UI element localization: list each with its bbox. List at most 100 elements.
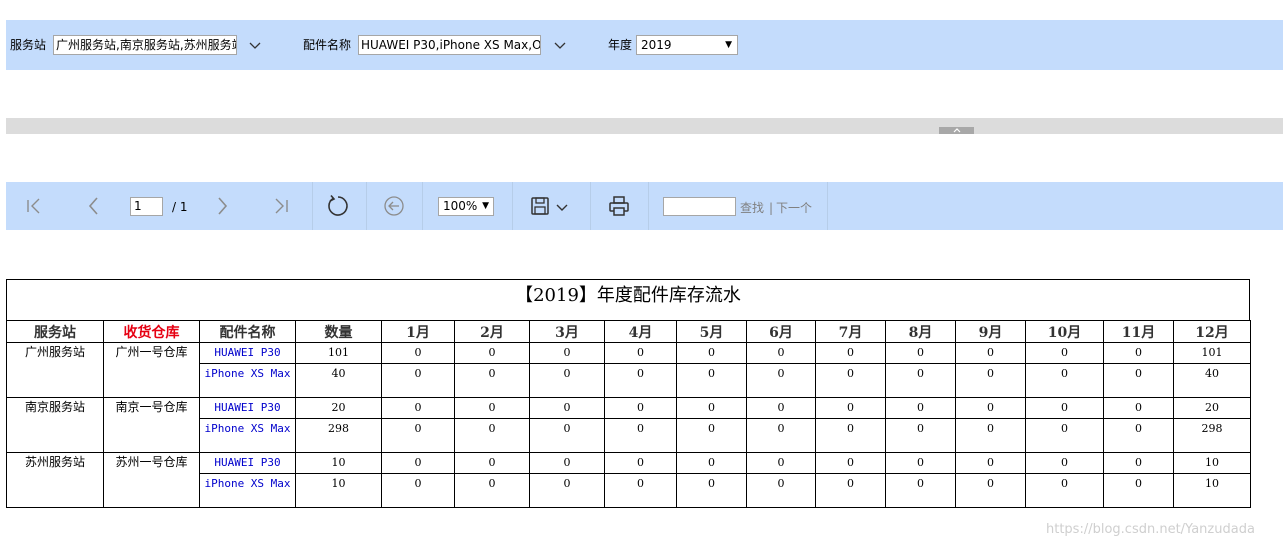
qty-cell: 101	[295, 342, 382, 364]
table-row: 南京服务站 南京一号仓库 HUAWEI P30 20 0 0 0 0 0 0 0…	[6, 397, 1251, 453]
month-cell: 0	[746, 418, 816, 453]
warehouse-cell: 南京一号仓库	[103, 397, 200, 453]
qty-cell: 10	[295, 473, 382, 508]
first-page-icon[interactable]	[22, 194, 46, 218]
save-dropdown-chevron-icon[interactable]	[554, 194, 570, 218]
month-cell: 0	[381, 363, 455, 398]
month-cell: 0	[454, 363, 530, 398]
header-qty: 数量	[295, 320, 382, 343]
part-input[interactable]: HUAWEI P30,iPhone XS Max,OPPO	[358, 35, 541, 55]
month-cell: 0	[955, 342, 1026, 364]
month-cell: 0	[454, 418, 530, 453]
station-cell: 广州服务站	[6, 342, 104, 398]
toolbar-separator	[648, 182, 649, 230]
station-dropdown-chevron-icon[interactable]	[247, 38, 263, 52]
find-input[interactable]	[663, 197, 736, 216]
refresh-icon[interactable]	[326, 194, 350, 218]
month-cell: 0	[454, 397, 530, 419]
month-cell: 0	[885, 418, 956, 453]
header-month: 1月	[381, 320, 455, 343]
year-select-arrow-icon: ▼	[725, 40, 732, 50]
collapse-handle[interactable]	[939, 127, 974, 134]
month-cell: 0	[676, 363, 747, 398]
header-station: 服务站	[6, 320, 104, 343]
month-cell: 0	[885, 473, 956, 508]
month-cell: 0	[604, 452, 677, 474]
report-header-row: 服务站 收货仓库 配件名称 数量 1月 2月 3月 4月 5月 6月 7月 8月…	[6, 320, 1251, 343]
header-month: 5月	[676, 320, 747, 343]
station-label: 服务站	[10, 38, 47, 52]
month-cell: 0	[885, 397, 956, 419]
month-cell: 0	[1103, 452, 1174, 474]
last-page-icon[interactable]	[269, 194, 293, 218]
find-next-button[interactable]: 下一个	[776, 200, 812, 216]
header-month: 10月	[1025, 320, 1104, 343]
prev-page-icon[interactable]	[82, 194, 106, 218]
month-cell: 0	[955, 397, 1026, 419]
toolbar-separator	[366, 182, 367, 230]
month-cell: 0	[604, 397, 677, 419]
month-cell: 0	[604, 363, 677, 398]
zoom-value: 100%	[443, 199, 478, 213]
month-cell: 0	[454, 452, 530, 474]
station-input[interactable]: 广州服务站,南京服务站,苏州服务站	[53, 35, 237, 55]
print-icon[interactable]	[607, 194, 631, 218]
part-link[interactable]: iPhone XS Max	[199, 418, 296, 453]
month-cell: 0	[885, 342, 956, 364]
toolbar-separator	[590, 182, 591, 230]
month-cell: 10	[1173, 452, 1251, 474]
toolbar-separator	[512, 182, 513, 230]
panel-splitter[interactable]	[6, 118, 1283, 134]
part-link[interactable]: HUAWEI P30	[199, 397, 296, 419]
table-row: 苏州服务站 苏州一号仓库 HUAWEI P30 10 0 0 0 0 0 0 0…	[6, 452, 1251, 508]
part-dropdown-chevron-icon[interactable]	[552, 38, 568, 52]
station-cell: 苏州服务站	[6, 452, 104, 508]
warehouse-cell: 广州一号仓库	[103, 342, 200, 398]
table-row: 广州服务站 广州一号仓库 HUAWEI P30 101 0 0 0 0 0 0 …	[6, 342, 1251, 398]
month-cell: 0	[1103, 418, 1174, 453]
next-page-icon[interactable]	[210, 194, 234, 218]
year-select[interactable]: 2019 ▼	[636, 35, 738, 55]
header-warehouse: 收货仓库	[103, 320, 200, 343]
page-number-input[interactable]: 1	[130, 197, 163, 216]
month-cell: 0	[1103, 473, 1174, 508]
month-cell: 0	[604, 473, 677, 508]
warehouse-cell: 苏州一号仓库	[103, 452, 200, 508]
filter-bar: 服务站 广州服务站,南京服务站,苏州服务站 配件名称 HUAWEI P30,iP…	[6, 20, 1283, 70]
part-link[interactable]: HUAWEI P30	[199, 452, 296, 474]
part-link[interactable]: iPhone XS Max	[199, 473, 296, 508]
month-cell: 0	[676, 342, 747, 364]
month-cell: 40	[1173, 363, 1251, 398]
part-link[interactable]: iPhone XS Max	[199, 363, 296, 398]
toolbar-separator	[312, 182, 313, 230]
header-month: 8月	[885, 320, 956, 343]
month-cell: 0	[529, 363, 605, 398]
header-month: 12月	[1173, 320, 1251, 343]
report-table: 服务站 收货仓库 配件名称 数量 1月 2月 3月 4月 5月 6月 7月 8月…	[6, 320, 1251, 508]
save-icon[interactable]	[528, 194, 552, 218]
month-cell: 0	[676, 397, 747, 419]
month-cell: 0	[815, 418, 886, 453]
month-cell: 0	[1103, 397, 1174, 419]
find-button[interactable]: 查找	[740, 200, 764, 216]
month-cell: 0	[604, 342, 677, 364]
header-month: 7月	[815, 320, 886, 343]
month-cell: 0	[381, 397, 455, 419]
month-cell: 0	[381, 342, 455, 364]
back-icon[interactable]	[382, 194, 406, 218]
part-link[interactable]: HUAWEI P30	[199, 342, 296, 364]
part-label: 配件名称	[303, 38, 352, 52]
year-label: 年度	[608, 38, 633, 52]
month-cell: 0	[381, 473, 455, 508]
month-cell: 0	[454, 473, 530, 508]
month-cell: 0	[604, 418, 677, 453]
month-cell: 0	[746, 363, 816, 398]
zoom-select[interactable]: 100% ▼	[438, 197, 494, 216]
qty-cell: 10	[295, 452, 382, 474]
month-cell: 20	[1173, 397, 1251, 419]
month-cell: 298	[1173, 418, 1251, 453]
qty-cell: 40	[295, 363, 382, 398]
month-cell: 0	[676, 473, 747, 508]
header-month: 11月	[1103, 320, 1174, 343]
month-cell: 0	[529, 418, 605, 453]
